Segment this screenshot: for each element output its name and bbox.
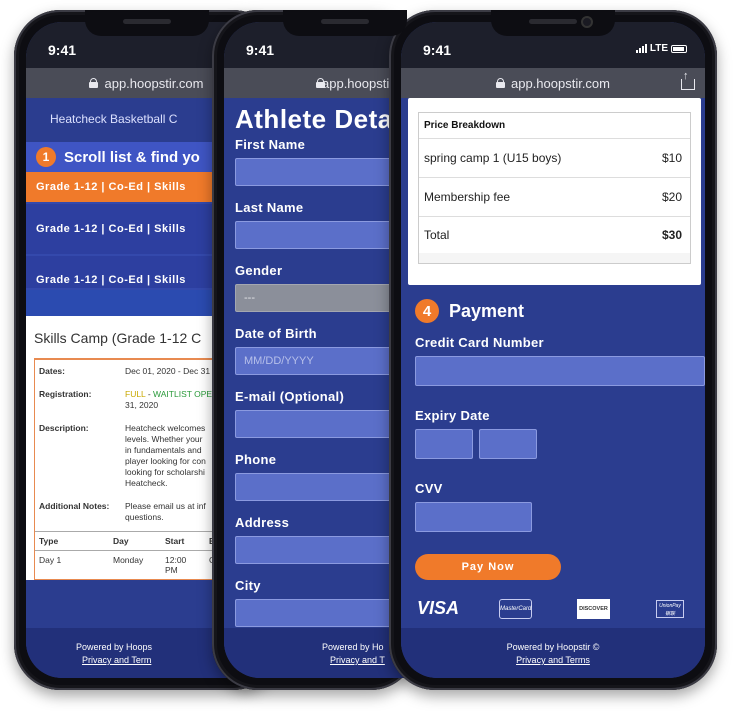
speaker-icon bbox=[122, 19, 171, 24]
credit-card-label: Credit Card Number bbox=[415, 335, 544, 350]
phone-screen-3: 9:41 LTE app.hoopstir.com Price Breakdow… bbox=[401, 22, 705, 678]
waitlist-status: WAITLIST OPE bbox=[153, 389, 213, 399]
full-status: FULL bbox=[125, 389, 146, 399]
total-amount: $30 bbox=[661, 228, 682, 242]
phone-notch bbox=[283, 10, 407, 36]
payment-heading: 4 Payment bbox=[415, 299, 705, 323]
step-number-badge: 4 bbox=[415, 299, 439, 323]
col-day: Day bbox=[113, 536, 129, 546]
page-footer: Powered by Hoopstir © Privacy and Terms bbox=[401, 628, 705, 678]
col-start: Start bbox=[165, 536, 185, 546]
network-status: LTE bbox=[635, 43, 687, 54]
cell-day: Monday bbox=[113, 555, 144, 565]
description-value: Heatcheck welcomes levels. Whether your … bbox=[125, 423, 206, 488]
status-time: 9:41 bbox=[423, 42, 452, 58]
price-row: Membership fee $20 bbox=[419, 178, 690, 217]
expiry-year-field[interactable] bbox=[479, 429, 537, 459]
credit-card-field[interactable] bbox=[415, 356, 705, 386]
speaker-icon bbox=[321, 19, 369, 24]
battery-icon bbox=[671, 44, 687, 53]
status-time: 9:41 bbox=[48, 42, 77, 58]
dob-field[interactable]: MM/DD/YYYY bbox=[235, 347, 405, 375]
stage: 9:41 app.hoopstir.com Heatcheck Basketba… bbox=[0, 0, 733, 711]
lock-icon bbox=[89, 78, 99, 88]
price-total-row: Total $30 bbox=[419, 217, 690, 253]
discover-logo: DISCOVER bbox=[577, 598, 610, 619]
url-text: app.hoopstir.com bbox=[510, 75, 610, 91]
expiry-month-field[interactable] bbox=[415, 429, 473, 459]
notes-value: Please email us at inf questions. bbox=[125, 501, 206, 522]
item-amount: $10 bbox=[661, 151, 682, 165]
speaker-icon bbox=[529, 19, 577, 24]
signal-icon bbox=[635, 44, 647, 53]
accepted-cards: VISA MasterCard DISCOVER UnionPay 银联 bbox=[417, 598, 705, 619]
price-breakdown: Price Breakdown spring camp 1 (U15 boys)… bbox=[418, 112, 691, 264]
visa-logo: VISA bbox=[417, 598, 460, 618]
description-label: Description: bbox=[39, 423, 89, 433]
phone-notch bbox=[84, 10, 209, 36]
item-amount: $20 bbox=[661, 190, 682, 204]
price-breakdown-title: Price Breakdown bbox=[419, 113, 690, 139]
phone-frame-2: 9:41 app.hoopstir.com Athlete Deta First… bbox=[212, 10, 417, 690]
share-icon[interactable] bbox=[681, 70, 695, 90]
price-table-bottom bbox=[419, 253, 690, 263]
cell-type: Day 1 bbox=[39, 555, 62, 565]
dates-label: Dates: bbox=[39, 366, 65, 376]
cell-start: 12:00 PM bbox=[165, 555, 187, 575]
status-dash: - bbox=[145, 389, 154, 399]
pay-now-button[interactable]: Pay Now bbox=[415, 554, 561, 580]
notes-label: Additional Notes: bbox=[39, 501, 110, 511]
cvv-label: CVV bbox=[415, 481, 443, 496]
price-card: Price Breakdown spring camp 1 (U15 boys)… bbox=[408, 98, 701, 285]
first-name-field[interactable] bbox=[235, 158, 405, 186]
item-name: Membership fee bbox=[424, 190, 511, 204]
camera-icon bbox=[581, 16, 593, 28]
registration-date: 31, 2020 bbox=[125, 400, 159, 410]
address-field[interactable] bbox=[235, 536, 405, 564]
payment-page: Price Breakdown spring camp 1 (U15 boys)… bbox=[401, 98, 705, 628]
gender-select[interactable]: --- bbox=[235, 284, 405, 312]
mastercard-logo: MasterCard bbox=[499, 598, 532, 619]
phone-frame-3: 9:41 LTE app.hoopstir.com Price Breakdow… bbox=[389, 10, 717, 690]
privacy-terms-link[interactable]: Privacy and T bbox=[224, 654, 417, 667]
registration-label: Registration: bbox=[39, 389, 92, 399]
total-label: Total bbox=[424, 228, 450, 242]
expiry-inputs bbox=[401, 423, 705, 459]
step-label: Scroll list & find yo bbox=[64, 148, 200, 166]
unionpay-logo: UnionPay 银联 bbox=[656, 599, 684, 618]
price-row: spring camp 1 (U15 boys) $10 bbox=[419, 139, 690, 178]
phone-notch bbox=[491, 10, 615, 36]
expiry-label: Expiry Date bbox=[415, 408, 490, 423]
address-bar[interactable]: app.hoopstir.com bbox=[401, 68, 705, 98]
city-field[interactable] bbox=[235, 599, 405, 627]
step-number-badge: 1 bbox=[36, 147, 56, 167]
cvv-field[interactable] bbox=[415, 502, 532, 532]
last-name-field[interactable] bbox=[235, 221, 405, 249]
email-field[interactable] bbox=[235, 410, 405, 438]
privacy-terms-link[interactable]: Privacy and Terms bbox=[401, 654, 705, 667]
url-text: app.hoopstir.com bbox=[104, 75, 204, 91]
network-type: LTE bbox=[649, 43, 668, 54]
lock-icon bbox=[495, 78, 505, 88]
status-time: 9:41 bbox=[246, 42, 275, 58]
step-label: Payment bbox=[449, 300, 525, 321]
powered-by: Powered by Hoopstir © bbox=[506, 642, 600, 652]
phone-field[interactable] bbox=[235, 473, 405, 501]
item-name: spring camp 1 (U15 boys) bbox=[424, 151, 562, 165]
col-type: Type bbox=[39, 536, 59, 546]
